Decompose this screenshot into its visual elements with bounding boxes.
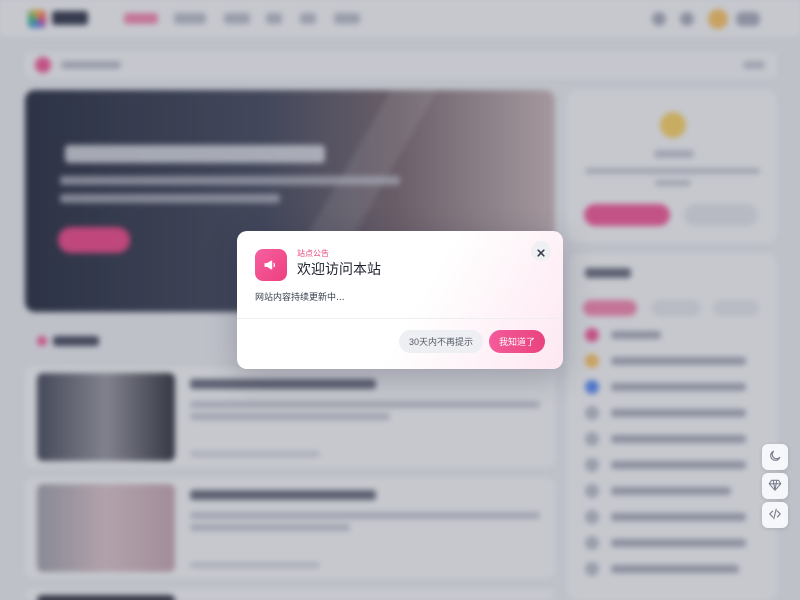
diamond-icon — [768, 477, 782, 496]
acknowledge-button[interactable]: 我知道了 — [489, 330, 545, 353]
close-icon — [537, 242, 545, 261]
megaphone-icon — [255, 249, 287, 281]
theme-toggle-button[interactable] — [762, 444, 788, 470]
notice-body: 网站内容持续更新中... — [255, 293, 345, 303]
code-button[interactable] — [762, 502, 788, 528]
modal-divider — [237, 318, 563, 319]
close-button[interactable] — [531, 241, 551, 261]
vip-button[interactable] — [762, 473, 788, 499]
notice-title: 欢迎访问本站 — [297, 262, 381, 278]
code-icon — [768, 506, 782, 525]
notice-eyebrow: 站点公告 — [297, 249, 329, 258]
site-notice-modal: 站点公告 欢迎访问本站 网站内容持续更新中... 30天内不再提示 我知道了 — [237, 231, 563, 369]
moon-icon — [768, 448, 782, 467]
dismiss-30-days-button[interactable]: 30天内不再提示 — [399, 330, 483, 353]
